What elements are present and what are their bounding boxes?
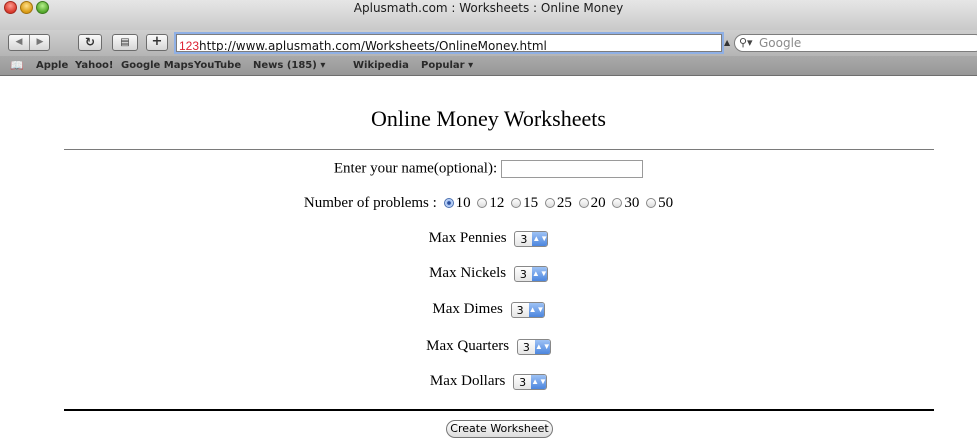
updown-arrow-icon: ▲▼ [528, 302, 544, 317]
problems-radio-50[interactable] [646, 197, 657, 208]
pennies-select[interactable]: 3 ▲▼ [514, 230, 549, 247]
dimes-select[interactable]: 3 ▲▼ [510, 301, 545, 318]
nickels-select[interactable]: 3 ▲▼ [513, 265, 548, 282]
address-bar[interactable]: 123http://www.aplusmath.com/Worksheets/O… [176, 34, 722, 52]
updown-arrow-icon: ▲▼ [531, 374, 547, 389]
problems-radio-25[interactable] [544, 197, 555, 208]
select-value: 3 [519, 267, 527, 281]
reload-icon[interactable]: ↻ [78, 34, 102, 51]
bookmark-popular[interactable]: Popular ▾ [421, 60, 473, 71]
dimes-row: Max Dimes 3 ▲▼ [0, 301, 977, 318]
back-forward-group: ◀ ▶ [8, 34, 50, 51]
name-label: Enter your name(optional): [333, 160, 498, 177]
pennies-row: Max Pennies 3 ▲▼ [0, 230, 977, 247]
dollars-row: Max Dollars 3 ▲▼ [0, 373, 977, 390]
address-url: http://www.aplusmath.com/Worksheets/Onli… [199, 39, 547, 52]
bookmark-google-maps[interactable]: Google Maps [121, 60, 194, 71]
select-value: 3 [519, 375, 527, 389]
dimes-label: Max Dimes [432, 301, 503, 317]
problems-option-label: 50 [658, 195, 674, 211]
bookmark-news[interactable]: News (185) ▾ [253, 60, 325, 71]
problems-radio-10[interactable] [443, 197, 454, 208]
quarters-select[interactable]: 3 ▲▼ [516, 338, 551, 355]
problems-radio-30[interactable] [612, 197, 623, 208]
browser-toolbar: ◀ ▶ ↻ ▤ + 123http://www.aplusmath.com/Wo… [0, 30, 977, 56]
window-titlebar: Aplusmath.com : Worksheets : Online Mone… [0, 0, 977, 30]
name-input[interactable] [501, 160, 644, 178]
bookmark-apple[interactable]: Apple [36, 60, 68, 71]
address-prefix: 123 [179, 39, 200, 52]
problems-option-label: 20 [590, 195, 606, 211]
problems-option-label: 25 [556, 195, 572, 211]
window-title: Aplusmath.com : Worksheets : Online Mone… [353, 1, 624, 15]
top-divider [64, 149, 934, 150]
nickels-label: Max Nickels [429, 265, 507, 281]
quarters-label: Max Quarters [426, 338, 510, 354]
problems-option-label: 15 [523, 195, 539, 211]
updown-arrow-icon: ▲▼ [534, 339, 551, 354]
snapback-icon[interactable]: ▤ [112, 34, 138, 51]
bottom-divider [64, 409, 934, 411]
quarters-row: Max Quarters 3 ▲▼ [0, 338, 977, 355]
updown-arrow-icon: ▲▼ [531, 266, 548, 281]
problems-option-label: 30 [624, 195, 640, 211]
bookmark-wikipedia[interactable]: Wikipedia [353, 60, 409, 71]
problems-radio-12[interactable] [477, 197, 488, 208]
create-worksheet-button[interactable]: Create Worksheet [446, 420, 553, 438]
problems-option-label: 10 [455, 195, 471, 211]
search-icon: ⚲▾ [739, 36, 753, 49]
nickels-row: Max Nickels 3 ▲▼ [0, 265, 977, 282]
bookmarks-bar: 📖 Apple Yahoo! Google Maps YouTube News … [0, 56, 977, 76]
dollars-select[interactable]: 3 ▲▼ [513, 373, 548, 390]
problems-option-label: 12 [489, 195, 505, 211]
name-row: Enter your name(optional): [0, 160, 977, 178]
select-value: 3 [522, 340, 530, 354]
bookmark-youtube[interactable]: YouTube [194, 60, 241, 71]
search-field[interactable]: ⚲▾ Google [734, 34, 977, 52]
bookmark-yahoo[interactable]: Yahoo! [75, 60, 114, 71]
select-value: 3 [520, 232, 528, 246]
updown-arrow-icon: ▲▼ [532, 231, 548, 246]
search-placeholder: Google [759, 36, 802, 50]
forward-arrow-icon[interactable]: ▶ [30, 35, 50, 50]
problems-row: Number of problems : 10 12 15 25 20 30 5… [0, 195, 977, 212]
back-arrow-icon[interactable]: ◀ [9, 35, 30, 50]
dollars-label: Max Dollars [429, 373, 506, 389]
bookmarks-book-icon[interactable]: 📖 [10, 59, 24, 72]
problems-label: Number of problems : [303, 195, 437, 211]
select-value: 3 [516, 303, 524, 317]
address-dropdown-icon[interactable]: ▲ [724, 38, 730, 47]
page-title: Online Money Worksheets [371, 106, 606, 131]
add-bookmark-button[interactable]: + [146, 34, 168, 51]
pennies-label: Max Pennies [428, 230, 507, 246]
problems-radio-15[interactable] [511, 197, 522, 208]
problems-radio-20[interactable] [578, 197, 589, 208]
